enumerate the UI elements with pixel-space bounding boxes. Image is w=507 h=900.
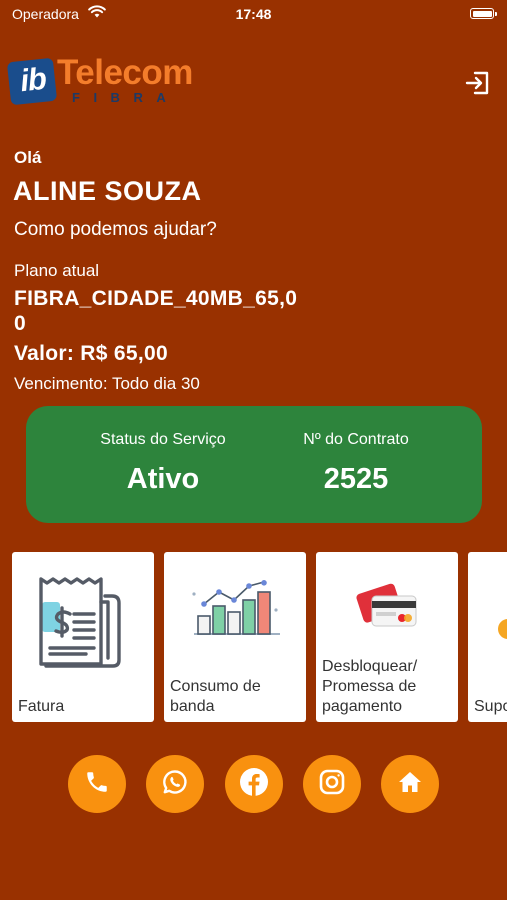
logo-fibra-text: FIBRA bbox=[72, 90, 180, 105]
tile-consumo-banda[interactable]: Consumo de banda bbox=[164, 552, 306, 722]
home-button[interactable] bbox=[381, 755, 439, 813]
tile-suporte[interactable]: Suporte bbox=[468, 552, 507, 722]
clock: 17:48 bbox=[235, 6, 272, 22]
status-bar: Operadora 17:48 bbox=[0, 0, 507, 30]
service-status-label: Status do Serviço bbox=[100, 431, 226, 448]
support-icon bbox=[496, 614, 507, 649]
help-prompt: Como podemos ajudar? bbox=[14, 219, 217, 240]
contract-number-label: Nº do Contrato bbox=[303, 431, 409, 448]
instagram-icon bbox=[318, 768, 346, 801]
tile-fatura[interactable]: Fatura bbox=[12, 552, 154, 722]
greeting-hello: Olá bbox=[14, 148, 42, 167]
home-icon bbox=[397, 769, 423, 800]
tile-label: Fatura bbox=[18, 698, 65, 715]
plan-value: Valor: R$ 65,00 bbox=[14, 342, 168, 365]
bar-chart-icon bbox=[192, 580, 282, 647]
tile-label: Consumo de banda bbox=[170, 678, 261, 715]
service-tiles: Fatura Consumo de banda Desbloquear/ Pro… bbox=[12, 552, 507, 722]
contract-number-value: 2525 bbox=[323, 463, 389, 495]
phone-icon bbox=[84, 769, 110, 800]
logo-ib-text: ib bbox=[18, 60, 48, 99]
phone-button[interactable] bbox=[68, 755, 126, 813]
tile-label: Suporte bbox=[474, 698, 507, 715]
customer-name: ALINE SOUZA bbox=[13, 176, 202, 206]
tile-label: Desbloquear/ Promessa de pagamento bbox=[322, 658, 418, 715]
whatsapp-icon bbox=[161, 768, 189, 801]
plan-due-date: Vencimento: Todo dia 30 bbox=[14, 374, 200, 393]
plan-label: Plano atual bbox=[14, 261, 100, 280]
whatsapp-button[interactable] bbox=[146, 755, 204, 813]
facebook-button[interactable] bbox=[225, 755, 283, 813]
facebook-icon bbox=[239, 767, 269, 802]
logo-telecom-text: Telecom bbox=[57, 53, 193, 92]
tile-desbloquear[interactable]: Desbloquear/ Promessa de pagamento bbox=[316, 552, 458, 722]
instagram-button[interactable] bbox=[303, 755, 361, 813]
battery-icon bbox=[470, 8, 497, 19]
invoice-icon bbox=[36, 576, 130, 675]
service-status-value: Ativo bbox=[126, 463, 200, 495]
credit-card-icon bbox=[356, 576, 420, 637]
logout-icon[interactable] bbox=[465, 70, 491, 101]
plan-name: FIBRA_CIDADE_40MB_65,00 bbox=[14, 287, 298, 335]
